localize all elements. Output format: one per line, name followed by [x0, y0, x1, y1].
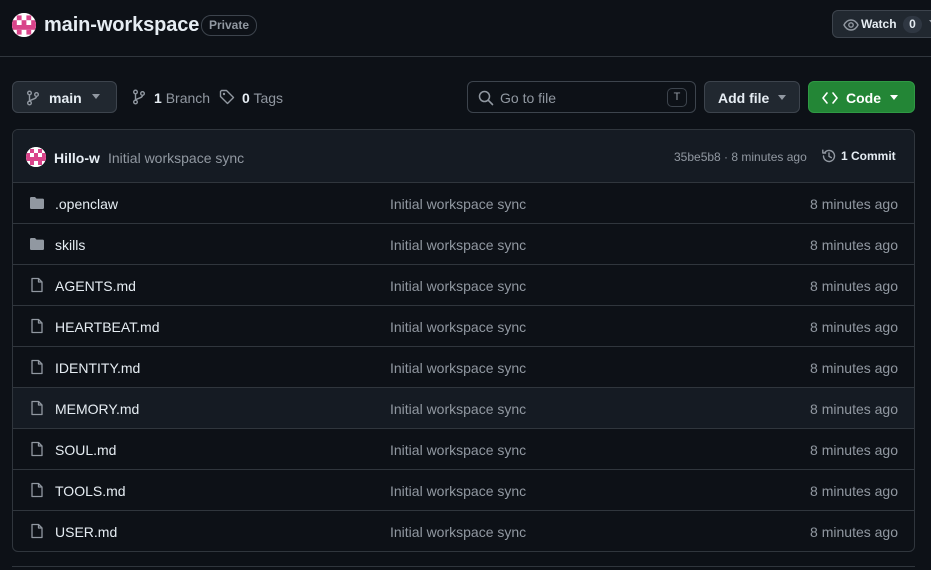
- file-icon: [31, 318, 43, 334]
- file-rows: .openclaw Initial workspace sync 8 minutes…: [13, 183, 914, 551]
- code-label: Code: [846, 90, 881, 106]
- tag-icon: [219, 89, 235, 105]
- file-commit-message[interactable]: Initial workspace sync: [390, 401, 526, 417]
- folder-icon: [30, 197, 44, 209]
- file-commit-date: 8 minutes ago: [810, 442, 898, 458]
- file-commit-message[interactable]: Initial workspace sync: [390, 278, 526, 294]
- go-to-file-input[interactable]: Go to file T: [467, 81, 696, 113]
- file-row[interactable]: SOUL.md Initial workspace sync 8 minutes a…: [13, 429, 914, 470]
- visibility-badge: Private: [201, 15, 258, 36]
- folder-icon: [30, 238, 44, 250]
- file-name[interactable]: skills: [55, 237, 85, 253]
- branches-count: 1: [154, 90, 162, 106]
- commit-message[interactable]: Initial workspace sync: [108, 150, 244, 166]
- chevron-down-icon: [778, 95, 786, 100]
- file-commit-date: 8 minutes ago: [810, 237, 898, 253]
- eye-icon: [843, 19, 859, 31]
- file-commit-date: 8 minutes ago: [810, 278, 898, 294]
- file-name[interactable]: .openclaw: [55, 196, 118, 212]
- commit-author[interactable]: Hillo-w: [54, 150, 100, 166]
- chevron-down-icon: [92, 94, 100, 99]
- next-section-edge: [12, 566, 915, 570]
- file-icon: [31, 400, 43, 416]
- identicon-avatar-icon: [12, 13, 36, 37]
- file-row[interactable]: .openclaw Initial workspace sync 8 minutes…: [13, 183, 914, 224]
- tags-count: 0: [242, 90, 250, 106]
- watch-count: 0: [903, 16, 922, 33]
- repo-name[interactable]: main-workspace: [44, 14, 199, 37]
- commit-history-link[interactable]: 1 Commit: [841, 149, 896, 163]
- search-icon: [478, 90, 494, 106]
- file-icon: [31, 277, 43, 293]
- file-commit-message[interactable]: Initial workspace sync: [390, 237, 526, 253]
- file-listing: Hillo-w Initial workspace sync 35be5b8 ·…: [12, 129, 915, 552]
- file-icon: [31, 359, 43, 375]
- commit-author-avatar[interactable]: [26, 147, 46, 167]
- file-icon: [31, 441, 43, 457]
- file-row[interactable]: IDENTITY.md Initial workspace sync 8 minut…: [13, 347, 914, 388]
- watch-label: Watch: [861, 17, 897, 31]
- branch-name: main: [49, 90, 82, 106]
- file-commit-date: 8 minutes ago: [810, 524, 898, 540]
- file-row[interactable]: USER.md Initial workspace sync 8 minutes a…: [13, 511, 914, 551]
- file-name[interactable]: TOOLS.md: [55, 483, 126, 499]
- add-file-label: Add file: [718, 90, 770, 106]
- file-commit-date: 8 minutes ago: [810, 196, 898, 212]
- file-commit-message[interactable]: Initial workspace sync: [390, 319, 526, 335]
- file-name[interactable]: IDENTITY.md: [55, 360, 140, 376]
- file-row[interactable]: MEMORY.md Initial workspace sync 8 minutes…: [13, 388, 914, 429]
- file-commit-date: 8 minutes ago: [810, 319, 898, 335]
- keyboard-shortcut-hint: T: [667, 88, 687, 107]
- git-branch-icon: [133, 89, 145, 105]
- file-commit-date: 8 minutes ago: [810, 483, 898, 499]
- file-row[interactable]: skills Initial workspace sync 8 minutes ag…: [13, 224, 914, 265]
- tags-label: Tags: [253, 90, 284, 106]
- branch-select-button[interactable]: main: [12, 81, 117, 113]
- file-icon: [31, 482, 43, 498]
- commit-sha-time[interactable]: 35be5b8 · 8 minutes ago: [674, 150, 807, 164]
- latest-commit-bar: Hillo-w Initial workspace sync 35be5b8 ·…: [13, 130, 914, 183]
- git-branch-icon: [27, 90, 39, 106]
- chevron-down-icon: [890, 95, 898, 100]
- file-commit-date: 8 minutes ago: [810, 401, 898, 417]
- file-name[interactable]: SOUL.md: [55, 442, 116, 458]
- file-commit-message[interactable]: Initial workspace sync: [390, 196, 526, 212]
- file-name[interactable]: USER.md: [55, 524, 117, 540]
- code-icon: [822, 92, 838, 104]
- identicon-avatar-icon: [26, 147, 46, 167]
- file-commit-message[interactable]: Initial workspace sync: [390, 360, 526, 376]
- file-name[interactable]: MEMORY.md: [55, 401, 139, 417]
- file-commit-message[interactable]: Initial workspace sync: [390, 483, 526, 499]
- file-name[interactable]: HEARTBEAT.md: [55, 319, 160, 335]
- file-row[interactable]: AGENTS.md Initial workspace sync 8 minutes…: [13, 265, 914, 306]
- file-row[interactable]: TOOLS.md Initial workspace sync 8 minutes …: [13, 470, 914, 511]
- file-name[interactable]: AGENTS.md: [55, 278, 136, 294]
- file-commit-message[interactable]: Initial workspace sync: [390, 524, 526, 540]
- file-row[interactable]: HEARTBEAT.md Initial workspace sync 8 minu…: [13, 306, 914, 347]
- history-icon: [822, 149, 836, 163]
- repo-owner-avatar[interactable]: [12, 13, 36, 37]
- repo-header: main-workspace Private Watch 0: [0, 0, 931, 57]
- file-commit-date: 8 minutes ago: [810, 360, 898, 376]
- go-to-file-placeholder: Go to file: [500, 90, 557, 106]
- branches-label: Branch: [165, 90, 211, 106]
- add-file-button[interactable]: Add file: [704, 81, 800, 113]
- file-commit-message[interactable]: Initial workspace sync: [390, 442, 526, 458]
- file-icon: [31, 523, 43, 539]
- code-button[interactable]: Code: [808, 81, 915, 113]
- watch-button[interactable]: Watch 0: [832, 10, 931, 38]
